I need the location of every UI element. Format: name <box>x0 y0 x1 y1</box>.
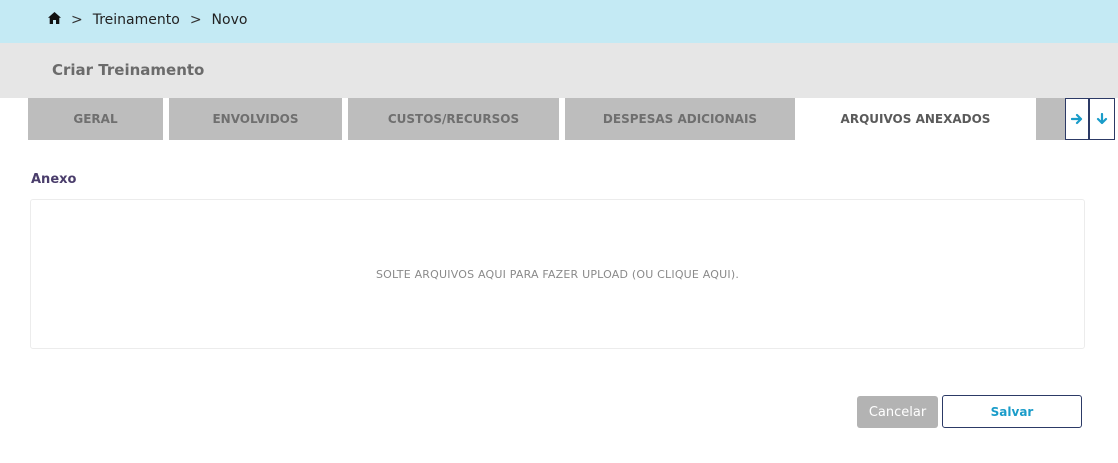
tab-custos-recursos[interactable]: CUSTOS/RECURSOS <box>348 98 559 140</box>
tab-scroll-right-button[interactable] <box>1065 98 1089 140</box>
tab-overflow[interactable] <box>1036 98 1066 140</box>
page-title: Criar Treinamento <box>52 61 205 79</box>
breadcrumb-separator: > <box>189 12 202 28</box>
arrow-down-icon <box>1096 113 1108 125</box>
tab-arquivos-anexados[interactable]: ARQUIVOS ANEXADOS <box>801 98 1030 140</box>
tab-bar: GERAL ENVOLVIDOS CUSTOS/RECURSOS DESPESA… <box>0 98 1118 140</box>
breadcrumb-separator: > <box>71 12 83 28</box>
breadcrumb-item-treinamento[interactable]: Treinamento <box>93 12 180 28</box>
tab-geral[interactable]: GERAL <box>28 98 163 140</box>
attachment-label: Anexo <box>31 172 77 187</box>
cancel-button[interactable]: Cancelar <box>857 396 938 428</box>
file-dropzone[interactable]: SOLTE ARQUIVOS AQUI PARA FAZER UPLOAD (O… <box>30 199 1085 349</box>
tab-despesas-adicionais[interactable]: DESPESAS ADICIONAIS <box>565 98 795 140</box>
breadcrumb-item-novo: Novo <box>211 12 248 28</box>
breadcrumb: > Treinamento > Novo <box>48 12 247 28</box>
tab-expand-button[interactable] <box>1089 98 1115 140</box>
dropzone-text: SOLTE ARQUIVOS AQUI PARA FAZER UPLOAD (O… <box>375 267 740 281</box>
save-button[interactable]: Salvar <box>942 395 1082 428</box>
page-header: Criar Treinamento <box>0 43 1118 98</box>
tab-envolvidos[interactable]: ENVOLVIDOS <box>169 98 342 140</box>
top-bar: > Treinamento > Novo <box>0 0 1118 43</box>
home-icon[interactable] <box>48 12 61 28</box>
arrow-right-icon <box>1071 113 1083 125</box>
